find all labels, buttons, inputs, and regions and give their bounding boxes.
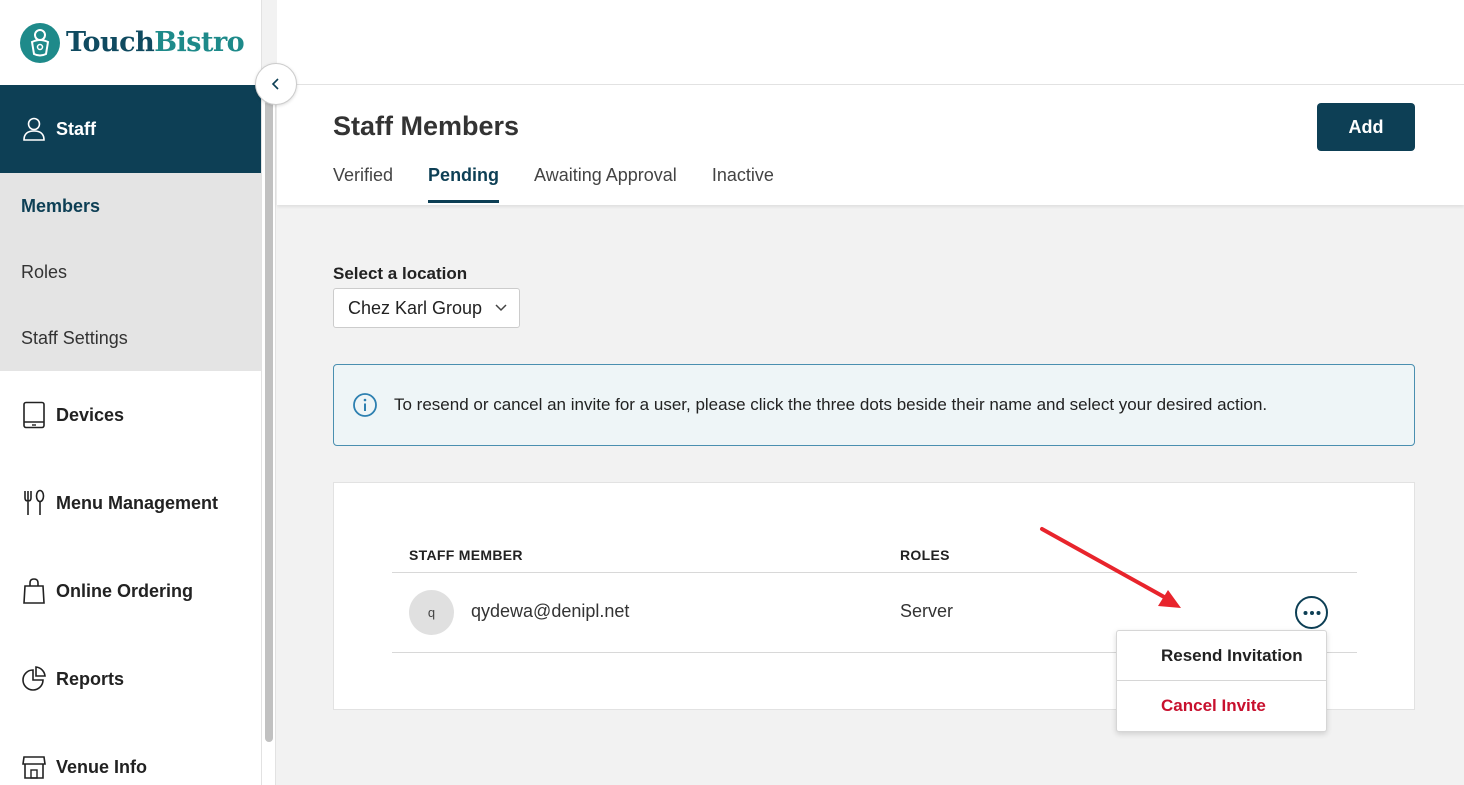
sidebar-item-label: Staff [56,118,96,139]
staff-role: Server [900,601,954,621]
add-button[interactable]: Add [1317,103,1415,151]
chevron-left-icon [271,78,279,90]
annotation-arrow-icon [1040,527,1181,608]
collapse-sidebar-button[interactable] [255,63,297,105]
pie-chart-icon [22,666,46,691]
staff-email: qydewa@denipl.net [471,601,630,621]
sidebar-item-label: Venue Info [56,756,148,777]
resend-invitation-option[interactable]: Resend Invitation [1117,631,1326,681]
header-divider [392,572,1357,573]
info-message: To resend or cancel an invite for a user… [394,395,1268,414]
column-header-staff-member: STAFF MEMBER [409,547,523,563]
sidebar-item-online-ordering[interactable]: Online Ordering [0,547,261,635]
staff-subnav: Members Roles Staff Settings [0,173,261,371]
shopping-bag-icon [23,578,45,604]
page-header: Staff Members Add Verified Pending Await… [277,85,1464,205]
sidebar-item-staff[interactable]: Staff [0,85,261,173]
more-horizontal-icon [1303,610,1320,615]
tab-inactive[interactable]: Inactive [712,165,774,203]
sidebar-item-label: Devices [56,404,125,425]
tablet-icon [23,401,45,429]
location-label: Select a location [333,264,468,283]
sidebar-scrollbar[interactable] [262,85,276,785]
location-select[interactable]: Chez Karl Group [333,288,520,328]
status-tabs: Verified Pending Awaiting Approval Inact… [333,165,809,203]
sidebar-item-menu-management[interactable]: Menu Management [0,459,261,547]
location-selected-value: Chez Karl Group [348,297,483,318]
tab-verified[interactable]: Verified [333,165,393,203]
sidebar: TouchBistro Staff Members Roles Staff Se… [0,0,262,785]
chevron-down-icon [495,304,507,312]
touchbistro-logo-icon [20,22,60,63]
page-title: Staff Members [333,111,520,141]
actions-menu: Resend Invitation Cancel Invite [1116,630,1327,732]
sidebar-item-label: Online Ordering [56,580,194,601]
info-icon [353,393,377,417]
sidebar-item-venue-info[interactable]: Venue Info [0,723,261,785]
sidebar-item-label: Reports [56,668,125,689]
column-header-roles: ROLES [900,547,950,563]
sidebar-subitem-members[interactable]: Members [0,173,261,239]
info-banner: To resend or cancel an invite for a user… [333,364,1415,446]
sidebar-item-devices[interactable]: Devices [0,371,261,459]
user-icon [23,117,45,141]
avatar: q [409,590,454,635]
brand-name: TouchBistro [66,27,245,58]
sidebar-subitem-staff-settings[interactable]: Staff Settings [0,305,261,371]
scrollbar-thumb[interactable] [265,100,273,742]
tab-awaiting-approval[interactable]: Awaiting Approval [534,165,677,203]
cancel-invite-option[interactable]: Cancel Invite [1117,681,1326,731]
sidebar-item-label: Menu Management [56,492,219,513]
tab-pending[interactable]: Pending [428,165,500,203]
storefront-icon [22,756,46,779]
more-actions-button[interactable] [1295,596,1328,629]
top-bar [277,0,1464,85]
logo[interactable]: TouchBistro [0,0,261,85]
utensils-icon [24,489,45,515]
sidebar-subitem-roles[interactable]: Roles [0,239,261,305]
sidebar-item-reports[interactable]: Reports [0,635,261,723]
